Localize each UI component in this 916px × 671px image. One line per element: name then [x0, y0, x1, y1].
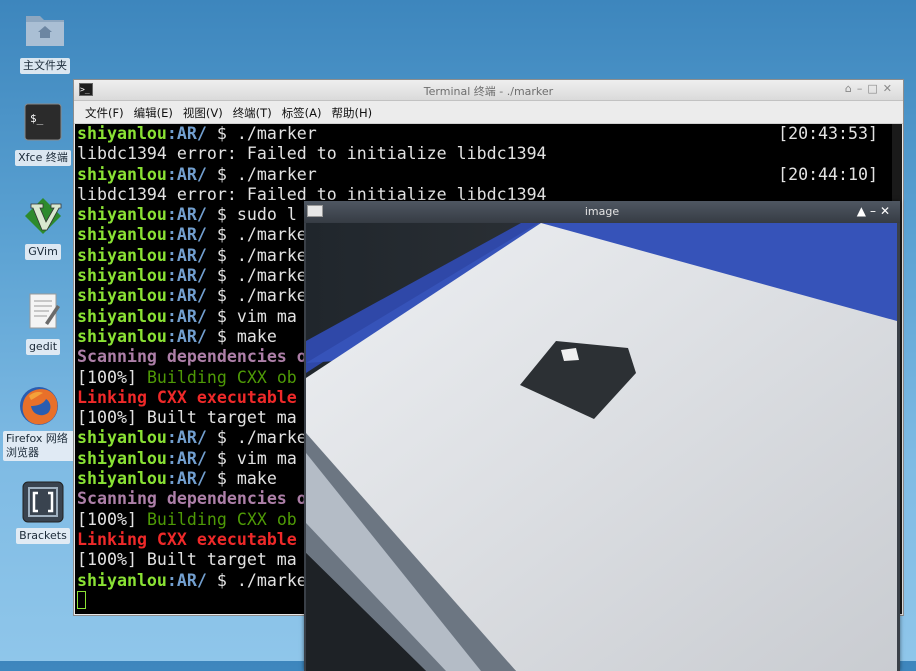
build-text: Building CXX ob	[136, 509, 297, 529]
prompt-path: :AR/	[166, 570, 207, 590]
command-text: $ make	[206, 326, 277, 346]
image-titlebar[interactable]: image ▲–✕	[304, 201, 900, 223]
build-percent: [100%]	[77, 367, 137, 387]
close-icon[interactable]: ✕	[880, 204, 894, 218]
desktop-icon-label: Firefox 网络浏览器	[3, 431, 75, 461]
prompt-user: shiyanlou	[77, 124, 167, 143]
maximize-icon[interactable]: ▲	[857, 204, 870, 218]
desktop-icon-label: 主文件夹	[20, 58, 70, 74]
image-window[interactable]: image ▲–✕	[304, 201, 900, 671]
desktop-icon-terminal[interactable]: $_ Xfce 终端	[9, 102, 77, 166]
prompt-user: shiyanlou	[77, 164, 167, 184]
desktop-icon-label: Brackets	[16, 528, 70, 544]
command-text: $ ./marke	[206, 570, 307, 590]
link-text: Linking CXX executable	[77, 529, 297, 549]
desktop-icon-home[interactable]: 主文件夹	[11, 10, 79, 74]
command-text: $ ./marke	[206, 266, 307, 286]
command-text: $ ./marker	[206, 124, 317, 143]
link-text: Linking CXX executable	[77, 387, 297, 407]
firefox-icon	[17, 384, 61, 428]
menu-edit[interactable]: 编辑(E)	[129, 101, 178, 121]
menu-view[interactable]: 视图(V)	[178, 101, 228, 121]
minimize-icon[interactable]: –	[870, 204, 880, 218]
gvim-icon	[21, 196, 65, 240]
prompt-path: :AR/	[166, 326, 207, 346]
image-window-title: image	[584, 205, 620, 218]
command-text: $ vim ma	[206, 448, 297, 468]
build-percent: [100%]	[77, 509, 137, 529]
prompt-path: :AR/	[166, 225, 207, 245]
desktop-icon-label: gedit	[25, 339, 61, 355]
close-icon[interactable]: ✕	[883, 82, 897, 95]
terminal-titlebar[interactable]: >_ Terminal 终端 - ./marker ⌂–□✕	[74, 80, 903, 101]
window-controls: ▲–✕	[857, 204, 894, 218]
window-controls: ⌂–□✕	[845, 82, 897, 95]
desktop-icon-gedit[interactable]: gedit	[9, 291, 77, 355]
prompt-user: shiyanlou	[77, 469, 167, 489]
prompt-path: :AR/	[166, 469, 207, 489]
command-text: $ ./marke	[206, 245, 307, 265]
svg-text:$_: $_	[30, 112, 44, 125]
terminal-cursor	[77, 590, 86, 609]
output-text: [100%] Built target ma	[77, 408, 297, 428]
command-text: $ ./marker	[206, 164, 317, 184]
menu-help[interactable]: 帮助(H)	[327, 101, 378, 121]
command-text: $ ./marke	[206, 286, 307, 306]
timestamp: [20:43:53]	[778, 124, 878, 143]
menu-tabs[interactable]: 标签(A)	[277, 101, 327, 121]
brackets-icon	[21, 480, 65, 524]
prompt-path: :AR/	[166, 124, 207, 143]
command-text: $ ./marke	[206, 225, 307, 245]
camera-frame	[306, 223, 897, 671]
shade-icon[interactable]: ⌂	[845, 82, 857, 95]
menu-terminal[interactable]: 终端(T)	[228, 101, 277, 121]
desktop-icon-brackets[interactable]: Brackets	[9, 480, 77, 544]
camera-frame-image	[306, 223, 897, 671]
prompt-path: :AR/	[166, 448, 207, 468]
maximize-icon[interactable]: □	[867, 82, 882, 95]
prompt-path: :AR/	[166, 286, 207, 306]
prompt-user: shiyanlou	[77, 245, 167, 265]
prompt-path: :AR/	[166, 266, 207, 286]
desktop-icon-gvim[interactable]: GVim	[9, 196, 77, 260]
prompt-user: shiyanlou	[77, 570, 167, 590]
home-folder-icon	[23, 10, 67, 54]
timestamp: [20:44:10]	[778, 164, 878, 184]
desktop-icon-label: Xfce 终端	[15, 150, 71, 166]
prompt-user: shiyanlou	[77, 286, 167, 306]
command-text: $ sudo l	[206, 205, 297, 225]
build-text: Building CXX ob	[136, 367, 297, 387]
prompt-user: shiyanlou	[77, 428, 167, 448]
prompt-path: :AR/	[166, 428, 207, 448]
desktop-icon-firefox[interactable]: Firefox 网络浏览器	[3, 384, 75, 461]
terminal-line: shiyanlou:AR/ $ ./marker [20:44:10]	[77, 165, 902, 185]
command-text: $ ./marke	[206, 428, 307, 448]
prompt-user: shiyanlou	[77, 225, 167, 245]
command-text: $ vim ma	[206, 306, 297, 326]
desktop-icon-label: GVim	[25, 244, 61, 260]
prompt-user: shiyanlou	[77, 306, 167, 326]
prompt-user: shiyanlou	[77, 326, 167, 346]
minimize-icon[interactable]: –	[857, 82, 868, 95]
prompt-path: :AR/	[166, 245, 207, 265]
terminal-menubar: 文件(F) 编辑(E) 视图(V) 终端(T) 标签(A) 帮助(H)	[74, 101, 903, 124]
prompt-path: :AR/	[166, 306, 207, 326]
menu-file[interactable]: 文件(F)	[80, 101, 129, 121]
terminal-line: libdc1394 error: Failed to initialize li…	[77, 144, 902, 164]
command-text: $ make	[206, 469, 277, 489]
gedit-icon	[21, 291, 65, 335]
scan-text: Scanning dependencies o	[77, 347, 307, 367]
prompt-user: shiyanlou	[77, 448, 167, 468]
prompt-user: shiyanlou	[77, 266, 167, 286]
output-text: libdc1394 error: Failed to initialize li…	[77, 144, 547, 164]
prompt-path: :AR/	[166, 205, 207, 225]
terminal-title: Terminal 终端 - ./marker	[423, 85, 554, 98]
terminal-line: shiyanlou:AR/ $ ./marker [20:43:53]	[77, 124, 902, 144]
terminal-icon: $_	[21, 102, 65, 146]
prompt-user: shiyanlou	[77, 205, 167, 225]
scan-text: Scanning dependencies o	[77, 489, 307, 509]
prompt-path: :AR/	[166, 164, 207, 184]
output-text: [100%] Built target ma	[77, 550, 297, 570]
